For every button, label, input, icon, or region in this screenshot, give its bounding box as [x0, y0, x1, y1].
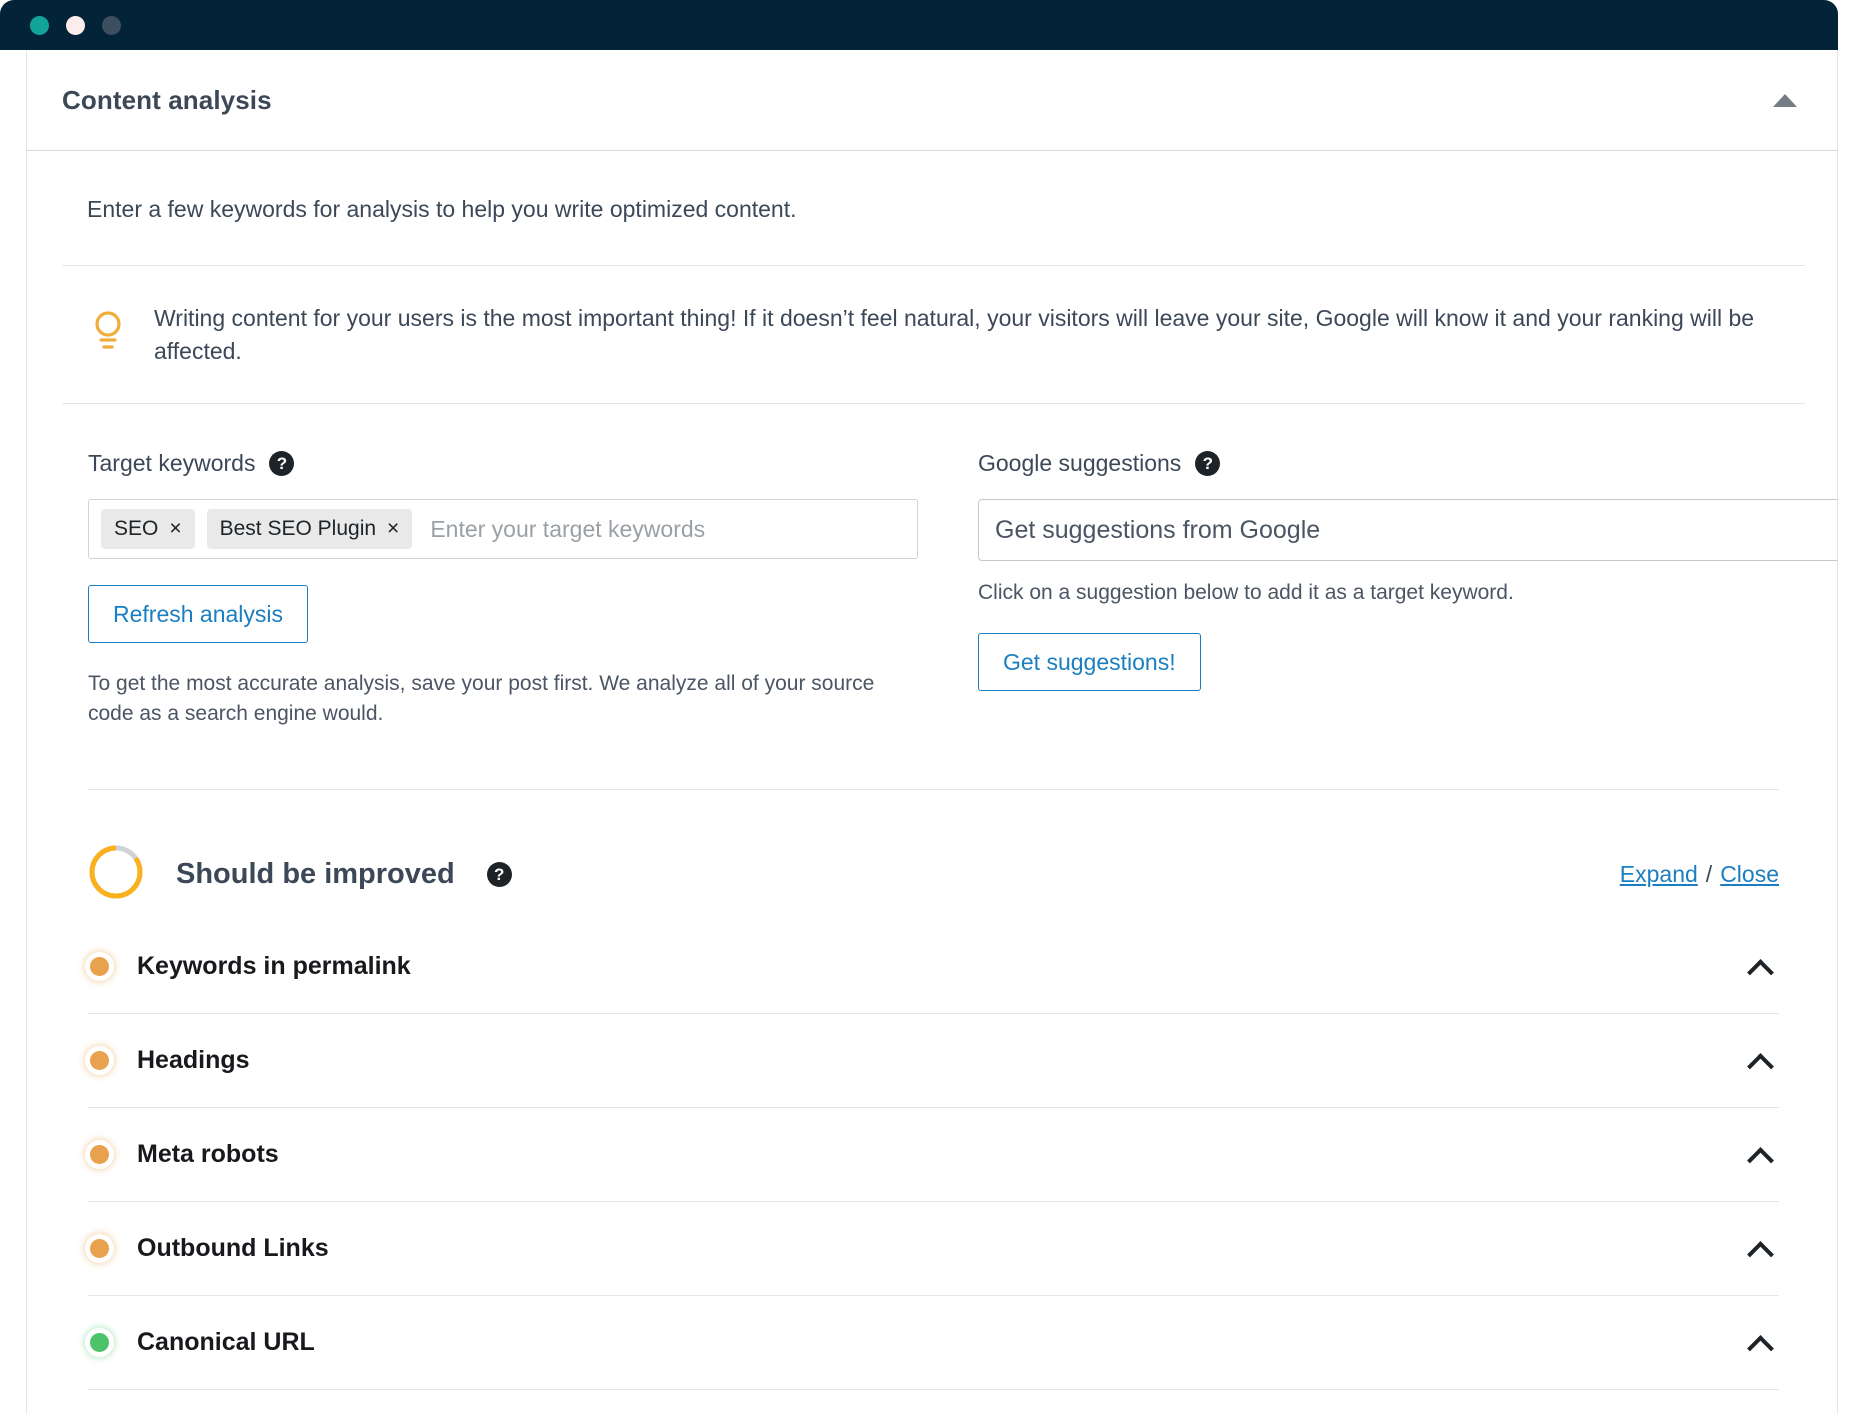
- expand-link[interactable]: Expand: [1620, 861, 1698, 887]
- keyword-tag[interactable]: SEO ×: [101, 509, 195, 550]
- checklist-item-label: Keywords in permalink: [137, 951, 411, 980]
- checklist-row-keywords-in-permalink[interactable]: Keywords in permalink: [88, 920, 1779, 1014]
- checklist-row-headings[interactable]: Headings: [88, 1014, 1779, 1108]
- chevron-up-icon[interactable]: [1747, 1146, 1773, 1162]
- status-dot-icon: [90, 1238, 109, 1258]
- checklist-row-outbound-links[interactable]: Outbound Links: [88, 1202, 1779, 1296]
- question-mark-icon[interactable]: ?: [1195, 451, 1221, 477]
- refresh-analysis-button[interactable]: Refresh analysis: [88, 585, 309, 644]
- chevron-up-icon[interactable]: [1747, 958, 1773, 974]
- checklist-item-label: Meta robots: [137, 1139, 279, 1168]
- intro-text: Enter a few keywords for analysis to hel…: [87, 196, 797, 222]
- gray-dot[interactable]: [102, 15, 121, 35]
- keyword-tag-label: Best SEO Plugin: [219, 517, 377, 541]
- google-suggestions-label-row: Google suggestions ?: [978, 450, 1837, 477]
- app-window: Content analysis Enter a few keywords fo…: [0, 0, 1870, 1414]
- chevron-up-icon[interactable]: [1747, 1240, 1773, 1256]
- analysis-status-row: Should be improved ? Expand / Close: [62, 830, 1805, 920]
- chevron-up-icon[interactable]: [1747, 1052, 1773, 1068]
- target-keywords-input[interactable]: SEO × Best SEO Plugin × Enter your targe…: [88, 499, 918, 560]
- expand-close-links: Expand / Close: [1620, 861, 1779, 888]
- panel-body: Enter a few keywords for analysis to hel…: [27, 151, 1837, 1414]
- get-suggestions-button[interactable]: Get suggestions!: [978, 633, 1201, 692]
- google-suggestions-input[interactable]: Get suggestions from Google: [978, 499, 1837, 562]
- target-keywords-column: Target keywords ? SEO × Best SEO Plugin …: [88, 450, 918, 729]
- status-dot-icon: [90, 1332, 109, 1352]
- chevron-up-icon[interactable]: [1747, 1334, 1773, 1350]
- checklist-row-structured-data-types[interactable]: Structured data types: [88, 1390, 1779, 1414]
- lightbulb-icon: [88, 302, 128, 357]
- check-left: Outbound Links: [88, 1234, 329, 1263]
- google-suggestions-hint: Click on a suggestion below to add it as…: [978, 581, 1514, 605]
- keywords-section: Target keywords ? SEO × Best SEO Plugin …: [62, 404, 1837, 729]
- checklist-row-meta-robots[interactable]: Meta robots: [88, 1108, 1779, 1202]
- close-icon[interactable]: ×: [387, 517, 399, 541]
- close-link[interactable]: Close: [1720, 861, 1779, 887]
- tip-text: Writing content for your users is the mo…: [154, 305, 1755, 364]
- checklist-item-label: Canonical URL: [137, 1327, 315, 1356]
- target-keywords-label: Target keywords: [88, 450, 256, 477]
- progress-ring-icon: [88, 844, 144, 905]
- google-suggestions-column: Google suggestions ? Get suggestions fro…: [978, 450, 1837, 729]
- keyword-tag[interactable]: Best SEO Plugin ×: [206, 509, 413, 550]
- divider: [88, 788, 1779, 790]
- check-left: Canonical URL: [88, 1328, 315, 1357]
- status-left: Should be improved ?: [88, 844, 512, 905]
- white-dot[interactable]: [66, 15, 85, 35]
- check-left: Meta robots: [88, 1140, 279, 1169]
- google-suggestions-label: Google suggestions: [978, 450, 1182, 477]
- target-keywords-label-row: Target keywords ?: [88, 450, 918, 477]
- triangle-up-icon[interactable]: [1773, 93, 1797, 107]
- status-badge: Should be improved: [176, 858, 455, 891]
- check-left: Keywords in permalink: [88, 952, 411, 981]
- content-analysis-panel: Content analysis Enter a few keywords fo…: [26, 50, 1838, 1414]
- green-dot[interactable]: [30, 15, 49, 35]
- analysis-checklist: Keywords in permalink Headings Meta robo…: [62, 920, 1805, 1414]
- status-dot-icon: [90, 1144, 109, 1164]
- check-left: Headings: [88, 1046, 250, 1075]
- question-mark-icon[interactable]: ?: [486, 862, 512, 888]
- checklist-row-canonical-url[interactable]: Canonical URL: [88, 1296, 1779, 1390]
- close-icon[interactable]: ×: [169, 517, 181, 541]
- link-separator: /: [1705, 861, 1713, 888]
- window-titlebar: [0, 0, 1838, 50]
- checklist-item-label: Headings: [137, 1045, 250, 1074]
- keyword-input-placeholder[interactable]: Enter your target keywords: [424, 516, 705, 543]
- analysis-note: To get the most accurate analysis, save …: [88, 672, 875, 726]
- keyword-tag-label: SEO: [114, 517, 159, 541]
- status-dot-icon: [90, 956, 109, 976]
- question-mark-icon[interactable]: ?: [269, 451, 295, 477]
- checklist-item-label: Outbound Links: [137, 1233, 329, 1262]
- panel-header: Content analysis: [27, 50, 1837, 151]
- tip-banner: Writing content for your users is the mo…: [62, 266, 1805, 403]
- status-dot-icon: [90, 1050, 109, 1070]
- page-title: Content analysis: [62, 84, 272, 115]
